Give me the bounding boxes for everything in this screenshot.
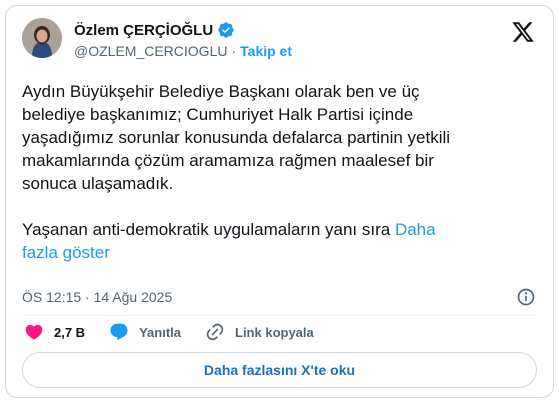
tweet-body: Aydın Büyükşehir Belediye Başkanı olarak…: [22, 82, 451, 239]
link-icon: [206, 323, 224, 341]
verified-badge-icon: [218, 22, 234, 38]
handle-row: @OZLEM_CERCIOGLU · Takip et: [74, 43, 292, 59]
x-logo-icon[interactable]: [511, 20, 535, 44]
separator-dot: ·: [231, 43, 237, 59]
tweet-card: Özlem ÇERÇİOĞLU @OZLEM_CERCIOGLU · Takip…: [5, 5, 554, 398]
tweet-header: Özlem ÇERÇİOĞLU @OZLEM_CERCIOGLU · Takip…: [22, 18, 537, 66]
action-bar: 2,7 B Yanıtla Link kopyala: [24, 322, 338, 342]
divider: [22, 315, 537, 316]
handle[interactable]: @OZLEM_CERCIOGLU: [74, 43, 227, 59]
reply-bubble-icon: [110, 323, 128, 341]
copy-link-button[interactable]: Link kopyala: [205, 322, 314, 342]
reply-button[interactable]: Yanıtla: [109, 322, 181, 342]
reply-label: Yanıtla: [139, 324, 181, 340]
like-button[interactable]: 2,7 B: [24, 322, 85, 342]
name-row: Özlem ÇERÇİOĞLU: [74, 21, 235, 39]
info-icon[interactable]: [516, 287, 536, 307]
timestamp[interactable]: ÖS 12:15 · 14 Ağu 2025: [22, 289, 172, 305]
follow-button[interactable]: Takip et: [240, 43, 292, 59]
read-more-button[interactable]: Daha fazlasını X'te oku: [22, 352, 537, 388]
avatar-image: [22, 18, 62, 58]
tweet-text: Aydın Büyükşehir Belediye Başkanı olarak…: [22, 80, 532, 264]
display-name[interactable]: Özlem ÇERÇİOĞLU: [74, 22, 213, 39]
copy-link-label: Link kopyala: [235, 324, 314, 340]
heart-icon: [25, 324, 43, 340]
like-count: 2,7 B: [54, 324, 86, 340]
avatar[interactable]: [22, 18, 62, 58]
